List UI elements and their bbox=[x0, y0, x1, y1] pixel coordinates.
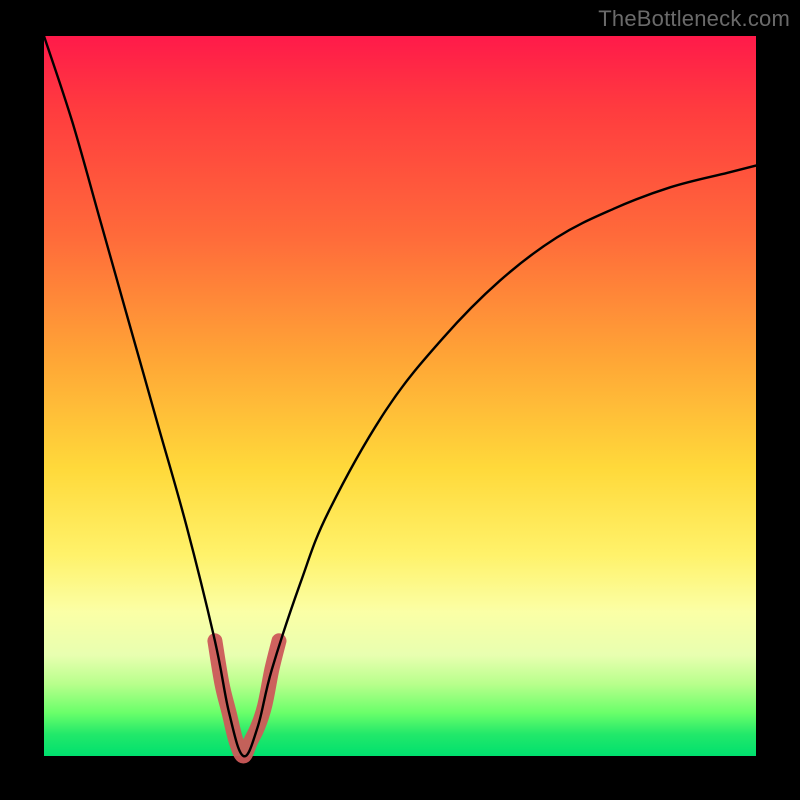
valley-marker bbox=[215, 641, 279, 756]
bottleneck-curve bbox=[44, 36, 756, 756]
chart-frame: TheBottleneck.com bbox=[0, 0, 800, 800]
plot-area bbox=[44, 36, 756, 756]
curve-svg bbox=[44, 36, 756, 756]
watermark-text: TheBottleneck.com bbox=[598, 6, 790, 32]
